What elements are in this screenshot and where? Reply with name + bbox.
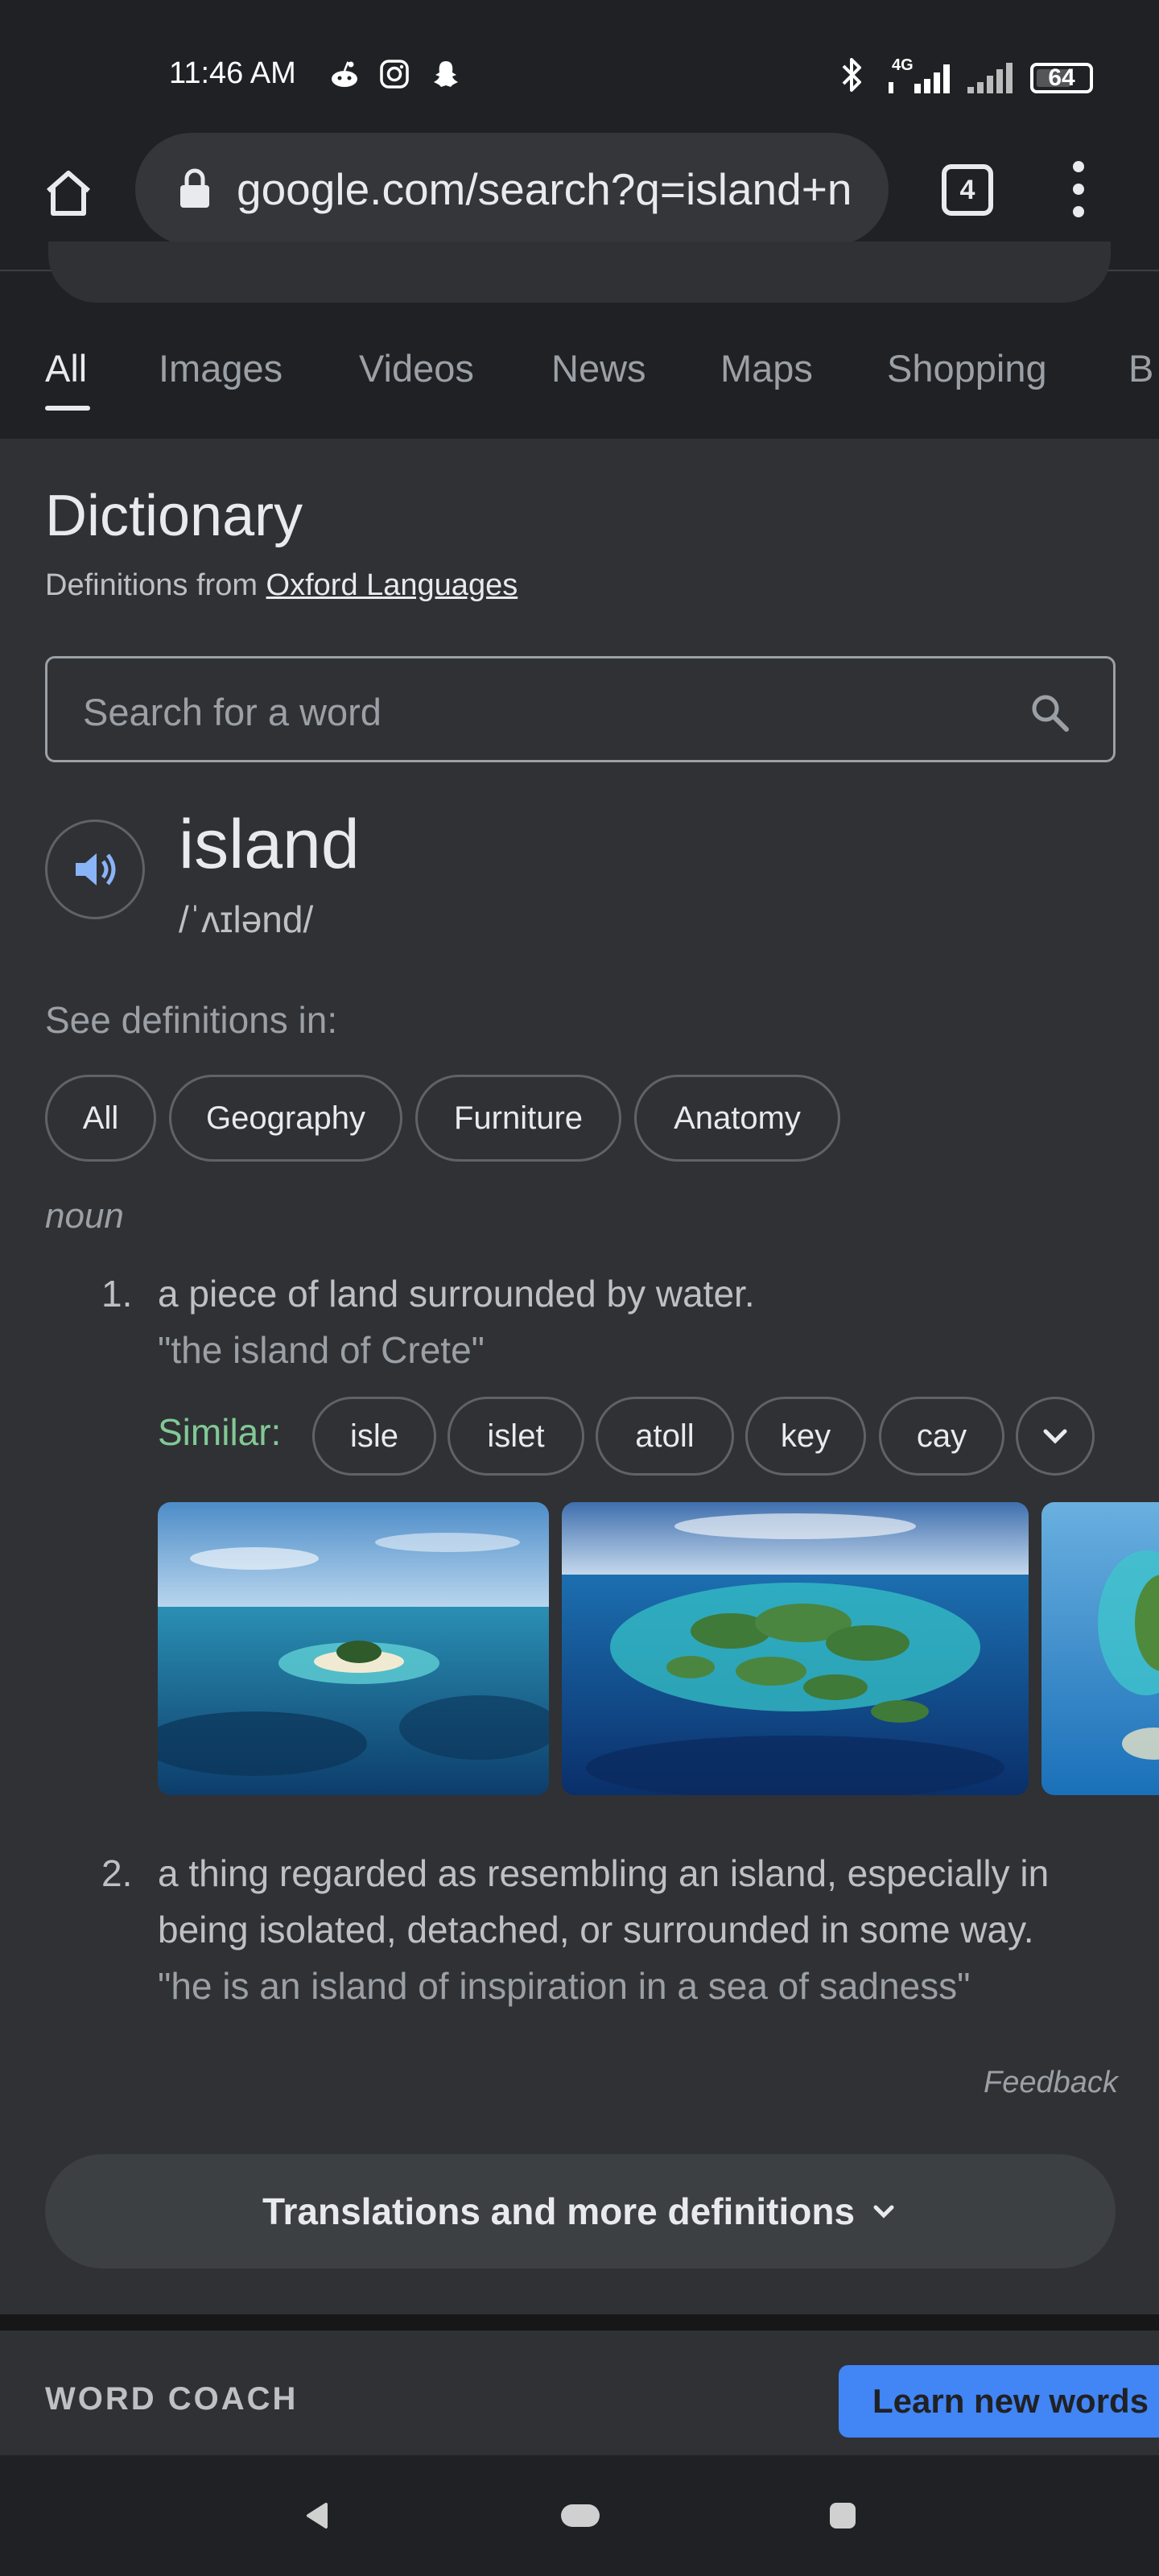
definition-number: 2. [101, 1852, 133, 1894]
more-synonyms-button[interactable] [1016, 1397, 1095, 1476]
island-image-2[interactable] [562, 1502, 1029, 1795]
bluetooth-icon [842, 58, 861, 92]
url-bar[interactable]: google.com/search?q=island+n [135, 133, 889, 246]
home-icon [47, 171, 90, 216]
overflow-menu-button[interactable] [1062, 161, 1095, 217]
source-prefix: Definitions from [45, 568, 258, 602]
tab-switcher-button[interactable]: 4 [942, 164, 993, 216]
similar-label: Similar: [158, 1411, 282, 1453]
feedback-link[interactable]: Feedback [984, 2066, 1118, 2100]
tab-all[interactable]: All [45, 346, 87, 390]
instagram-icon [380, 60, 409, 89]
home-button[interactable] [32, 157, 105, 229]
category-chip-furniture[interactable]: Furniture [415, 1075, 621, 1162]
synonym-chip[interactable]: cay [879, 1397, 1004, 1476]
dictionary-title: Dictionary [45, 484, 303, 548]
word-coach-title: WORD COACH [45, 2381, 299, 2417]
home-nav-button[interactable] [559, 2500, 601, 2532]
category-chip-anatomy[interactable]: Anatomy [634, 1075, 840, 1162]
menu-dot [1073, 206, 1084, 217]
url-text: google.com/search?q=island+n [237, 164, 852, 214]
status-time: 11:46 AM [169, 56, 296, 90]
tab-images[interactable]: Images [159, 346, 283, 390]
word-search-field[interactable] [45, 656, 1116, 762]
dictionary-source: Definitions from Oxford Languages [45, 568, 518, 603]
battery-indicator: 64 [1030, 63, 1093, 93]
chevron-down-icon [873, 2205, 894, 2219]
menu-dot [1073, 184, 1084, 195]
definition-example: "the island of Crete" [158, 1329, 485, 1371]
definition-text: a piece of land surrounded by water. [158, 1273, 755, 1315]
synonym-chip[interactable]: isle [312, 1397, 436, 1476]
synonym-chip[interactable]: key [745, 1397, 866, 1476]
island-image-3[interactable] [1041, 1502, 1159, 1795]
synonym-chip[interactable]: atoll [596, 1397, 734, 1476]
snapchat-icon [434, 61, 458, 87]
oxford-languages-link[interactable]: Oxford Languages [266, 568, 518, 602]
word-search-input[interactable] [81, 683, 970, 741]
signal-icon-1 [889, 64, 950, 93]
definition-number: 1. [101, 1273, 133, 1315]
lock-icon [180, 168, 209, 208]
definition-example: "he is an island of inspiration in a sea… [158, 1965, 971, 2007]
battery-level: 64 [1048, 64, 1075, 91]
tab-books[interactable]: B [1128, 346, 1153, 390]
active-tab-indicator [45, 406, 90, 411]
back-button[interactable] [302, 2500, 334, 2532]
see-definitions-label: See definitions in: [45, 999, 338, 1041]
learn-new-words-button[interactable]: Learn new words [839, 2365, 1159, 2438]
chevron-down-icon [1043, 1429, 1067, 1444]
part-of-speech: noun [45, 1196, 124, 1236]
headword: island [179, 806, 360, 883]
translations-more-definitions-button[interactable]: Translations and more definitions [45, 2154, 1116, 2268]
definition-text: a thing regarded as resembling an island… [158, 1852, 1050, 1894]
section-divider [0, 2314, 1159, 2330]
google-search-box[interactable] [48, 242, 1111, 303]
translations-button-label: Translations and more definitions [262, 2190, 856, 2232]
island-image-1[interactable] [158, 1502, 549, 1795]
tab-videos[interactable]: Videos [359, 346, 474, 390]
phonetic-spelling: /ˈʌɪlənd/ [179, 898, 314, 940]
synonym-chip[interactable]: islet [448, 1397, 584, 1476]
tab-maps[interactable]: Maps [720, 346, 813, 390]
menu-dot [1073, 161, 1084, 172]
signal-icon-2 [967, 63, 1013, 93]
reddit-icon [332, 61, 357, 87]
speaker-icon [76, 853, 116, 886]
search-icon[interactable] [1028, 691, 1073, 736]
tab-shopping[interactable]: Shopping [887, 346, 1047, 390]
island-photo [158, 1502, 549, 1795]
category-chip-geography[interactable]: Geography [169, 1075, 402, 1162]
recents-button[interactable] [827, 2500, 859, 2532]
tab-news[interactable]: News [551, 346, 646, 390]
island-photo [562, 1502, 1029, 1795]
island-photo [1041, 1502, 1159, 1795]
category-chip-all[interactable]: All [45, 1075, 156, 1162]
pronunciation-audio-button[interactable] [45, 819, 145, 919]
definition-text: being isolated, detached, or surrounded … [158, 1909, 1034, 1951]
